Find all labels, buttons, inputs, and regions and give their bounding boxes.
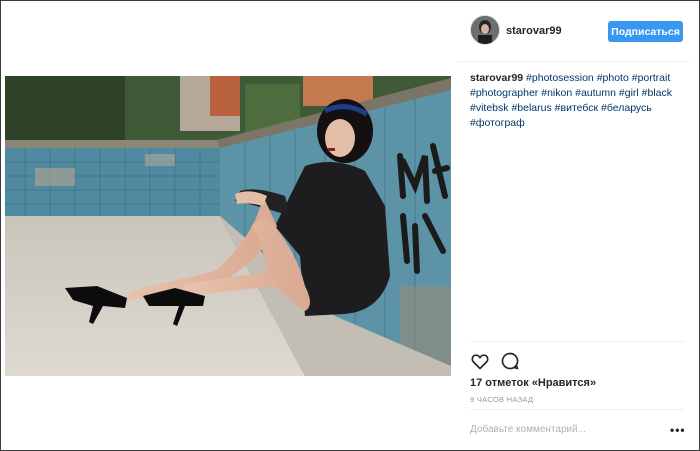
hashtag-link[interactable]: #photographer: [470, 87, 538, 99]
divider: [470, 341, 685, 342]
hashtag-link[interactable]: #nikon: [541, 87, 572, 99]
hashtag-link[interactable]: #витебск: [555, 102, 598, 114]
hashtag-link[interactable]: #vitebsk: [470, 102, 509, 114]
hashtag-link[interactable]: #belarus: [511, 102, 551, 114]
photo-illustration: [5, 76, 451, 376]
heart-icon[interactable]: [470, 351, 490, 371]
hashtag-link[interactable]: #photo: [597, 72, 629, 84]
hashtag-link[interactable]: #portrait: [632, 72, 671, 84]
post-header: starovar99 Подписаться: [458, 1, 689, 62]
likes-count[interactable]: 17 отметок «Нравится»: [470, 377, 596, 389]
divider: [470, 409, 685, 410]
hashtag-link[interactable]: #black: [642, 87, 672, 99]
avatar-image: [471, 16, 499, 44]
username[interactable]: starovar99: [506, 25, 562, 37]
post-photo[interactable]: [5, 76, 451, 376]
hashtag-link[interactable]: #girl: [619, 87, 639, 99]
hashtag-link[interactable]: #беларусь: [601, 102, 652, 114]
hashtag-link[interactable]: #фотограф: [470, 117, 525, 129]
post-caption: starovar99 #photosession #photo #portrai…: [470, 71, 682, 131]
post-sidebar: starovar99 Подписаться starovar99 #photo…: [458, 1, 698, 450]
hashtag-link[interactable]: #autumn: [575, 87, 616, 99]
avatar[interactable]: [470, 15, 500, 45]
hashtag-link[interactable]: #photosession: [526, 72, 594, 84]
post-timestamp: 9 ЧАСОВ НАЗАД: [470, 395, 534, 404]
more-options-icon[interactable]: •••: [670, 423, 686, 437]
caption-author[interactable]: starovar99: [470, 72, 523, 84]
instagram-post-window: starovar99 Подписаться starovar99 #photo…: [0, 0, 700, 451]
follow-button[interactable]: Подписаться: [608, 21, 683, 42]
comment-bubble-icon[interactable]: [500, 351, 520, 371]
comment-input[interactable]: [470, 424, 660, 435]
